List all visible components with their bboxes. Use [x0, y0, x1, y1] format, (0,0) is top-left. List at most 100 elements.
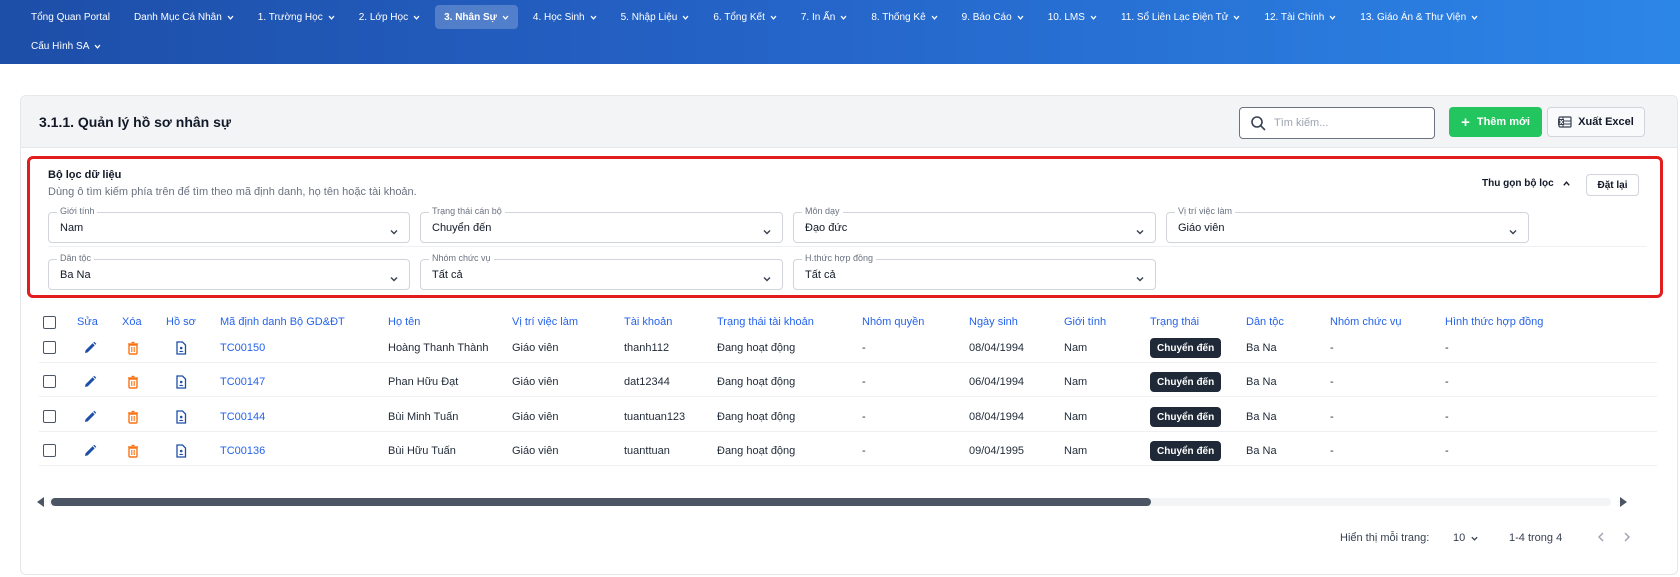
- nav-item-label: 2. Lớp Học: [358, 11, 409, 23]
- column-header-account-status[interactable]: Trạng thái tài khoản: [717, 316, 814, 328]
- document-user-icon[interactable]: [174, 410, 188, 424]
- chevron-up-icon: [1562, 179, 1571, 188]
- cell-id[interactable]: TC00147: [220, 376, 265, 388]
- chevron-down-icon: [762, 271, 772, 282]
- trash-icon[interactable]: [126, 341, 140, 355]
- nav-item-row1-5[interactable]: 4. Học Sinh: [524, 5, 606, 29]
- column-header-permission-group[interactable]: Nhóm quyền: [862, 316, 924, 328]
- nav-item-row1-9[interactable]: 8. Thống Kê: [862, 5, 946, 29]
- chevron-down-icon: [1470, 534, 1479, 543]
- column-header-edit[interactable]: Sửa: [77, 316, 98, 328]
- per-page-select[interactable]: 10: [1453, 532, 1479, 544]
- column-header-account[interactable]: Tài khoản: [624, 316, 672, 328]
- nav-item-row1-12[interactable]: 11. Sổ Liên Lạc Điện Tử: [1112, 5, 1250, 29]
- gender-select[interactable]: Giới tính Nam: [48, 206, 410, 243]
- edit-icon[interactable]: [83, 341, 97, 355]
- trash-icon[interactable]: [126, 410, 140, 424]
- collapse-filter-button[interactable]: Thu gọn bộ lọc: [1482, 178, 1571, 189]
- contract-type-select[interactable]: H.thức hợp đồng Tất cả: [793, 253, 1156, 290]
- row-checkbox[interactable]: [43, 375, 56, 388]
- row-checkbox[interactable]: [43, 444, 56, 457]
- nav-item-row1-10[interactable]: 9. Báo Cáo: [953, 5, 1033, 29]
- cell-ethnicity: Ba Na: [1246, 411, 1277, 423]
- nav-item-row1-1[interactable]: Danh Mục Cá Nhân: [125, 5, 243, 29]
- page-range: 1-4 trong 4: [1509, 532, 1563, 544]
- chevron-down-icon: [931, 14, 938, 21]
- chevron-down-icon: [389, 271, 399, 282]
- cell-id[interactable]: TC00136: [220, 445, 265, 457]
- job-position-select[interactable]: Vị trí việc làm Giáo viên: [1166, 206, 1529, 243]
- document-user-icon[interactable]: [174, 341, 188, 355]
- scroll-right-arrow[interactable]: [1620, 497, 1627, 507]
- edit-icon[interactable]: [83, 410, 97, 424]
- ethnicity-select[interactable]: Dân tộc Ba Na: [48, 253, 410, 290]
- status-badge: Chuyển đến: [1150, 338, 1222, 358]
- edit-icon[interactable]: [83, 444, 97, 458]
- scroll-thumb[interactable]: [51, 498, 1151, 506]
- nav-item-row1-11[interactable]: 10. LMS: [1039, 5, 1106, 29]
- collapse-filter-label: Thu gọn bộ lọc: [1482, 178, 1554, 189]
- subject-select[interactable]: Môn dạy Đạo đức: [793, 206, 1156, 243]
- cell-permission-group: -: [862, 342, 866, 354]
- chevron-down-icon: [94, 43, 101, 50]
- row-checkbox[interactable]: [43, 341, 56, 354]
- search-box[interactable]: [1239, 107, 1435, 139]
- nav-item-label: 11. Sổ Liên Lạc Điện Tử: [1120, 11, 1229, 23]
- trash-icon[interactable]: [126, 375, 140, 389]
- add-new-button[interactable]: + Thêm mới: [1449, 107, 1542, 137]
- nav-item-row1-13[interactable]: 12. Tài Chính: [1255, 5, 1345, 29]
- nav-item-row1-14[interactable]: 13. Giáo Án & Thư Viện: [1351, 5, 1487, 29]
- nav-item-label: 5. Nhập Liệu: [620, 11, 678, 23]
- horizontal-scrollbar[interactable]: [37, 496, 1627, 508]
- nav-item-row1-2[interactable]: 1. Trường Học: [249, 5, 344, 29]
- nav-item-label: 9. Báo Cáo: [961, 11, 1012, 23]
- staff-status-select[interactable]: Trạng thái cán bộ Chuyển đến: [420, 206, 783, 243]
- cell-id[interactable]: TC00150: [220, 342, 265, 354]
- next-page-button[interactable]: [1620, 530, 1634, 544]
- document-user-icon[interactable]: [174, 375, 188, 389]
- row-divider: [39, 362, 1657, 363]
- add-new-label: Thêm mới: [1476, 116, 1530, 128]
- trash-icon[interactable]: [126, 444, 140, 458]
- chevron-down-icon: [1135, 271, 1145, 282]
- document-user-icon[interactable]: [174, 444, 188, 458]
- select-all-checkbox[interactable]: [43, 316, 56, 329]
- contract-type-select-value: Tất cả: [805, 269, 836, 281]
- chevron-down-icon: [1090, 14, 1097, 21]
- column-header-id[interactable]: Mã định danh Bộ GD&ĐT: [220, 316, 345, 328]
- nav-item-row1-8[interactable]: 7. In Ấn: [792, 5, 856, 29]
- column-header-position[interactable]: Vị trí việc làm: [512, 316, 578, 328]
- chevron-down-icon: [770, 14, 777, 21]
- column-header-dob[interactable]: Ngày sinh: [969, 316, 1018, 328]
- export-excel-button[interactable]: X Xuất Excel: [1547, 107, 1645, 137]
- nav-item-row1-0[interactable]: Tổng Quan Portal: [22, 5, 119, 29]
- column-header-name[interactable]: Họ tên: [388, 316, 420, 328]
- cell-position-group: -: [1330, 411, 1334, 423]
- column-header-contract-type[interactable]: Hình thức hợp đồng: [1445, 316, 1543, 328]
- cell-id[interactable]: TC00144: [220, 411, 265, 423]
- reset-filter-button[interactable]: Đặt lại: [1586, 174, 1639, 196]
- nav-item-row1-4[interactable]: 3. Nhân Sự: [435, 5, 518, 29]
- column-header-status[interactable]: Trạng thái: [1150, 316, 1199, 328]
- row-checkbox[interactable]: [43, 410, 56, 423]
- search-input[interactable]: [1274, 117, 1424, 129]
- position-group-select[interactable]: Nhóm chức vụ Tất cả: [420, 253, 783, 290]
- filter-divider: [48, 246, 1647, 247]
- scroll-left-arrow[interactable]: [37, 497, 44, 507]
- column-header-delete[interactable]: Xóa: [122, 316, 142, 328]
- cell-gender: Nam: [1064, 342, 1088, 354]
- nav-item-row1-3[interactable]: 2. Lớp Học: [350, 5, 429, 29]
- previous-page-button[interactable]: [1594, 530, 1608, 544]
- cell-dob: 08/04/1994: [969, 342, 1025, 354]
- filter-title: Bộ lọc dữ liệu: [48, 169, 122, 181]
- nav-item-row1-6[interactable]: 5. Nhập Liệu: [612, 5, 699, 29]
- nav-item-row2-0[interactable]: Cấu Hình SA: [22, 34, 110, 58]
- column-header-gender[interactable]: Giới tính: [1064, 316, 1106, 328]
- position-group-select-label: Nhóm chức vụ: [429, 253, 494, 263]
- nav-item-row1-7[interactable]: 6. Tổng Kết: [704, 5, 786, 29]
- column-header-profile[interactable]: Hồ sơ: [166, 316, 196, 328]
- nav-item-label: 12. Tài Chính: [1264, 11, 1325, 23]
- column-header-ethnicity[interactable]: Dân tộc: [1246, 316, 1284, 328]
- edit-icon[interactable]: [83, 375, 97, 389]
- column-header-position-group[interactable]: Nhóm chức vụ: [1330, 316, 1402, 328]
